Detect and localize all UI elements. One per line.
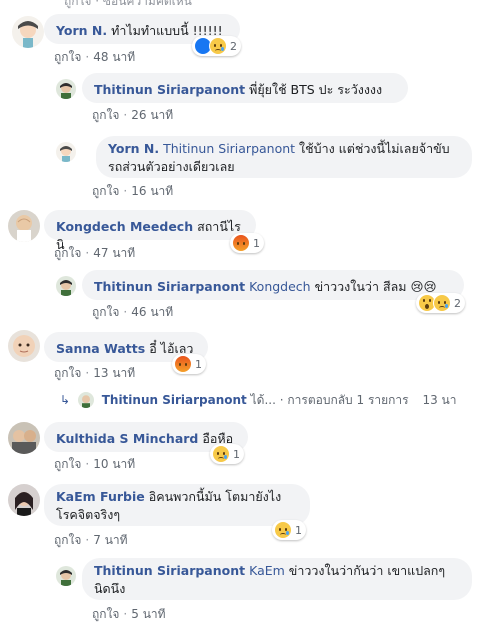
comment-text: ใช้บ้าง แต่ช่วงนี้ไม่เลยจ้าขับ xyxy=(299,141,450,156)
like-link[interactable]: ถูกใจ xyxy=(54,50,81,64)
commenter-name[interactable]: Yorn N. xyxy=(108,141,159,156)
like-link[interactable]: ถูกใจ xyxy=(54,366,81,380)
comment-meta: ถูกใจ · 47 นาที xyxy=(54,246,136,260)
comment-bubble: Thitinun Siriarpanont Kongdech ข่าววงในว… xyxy=(82,270,464,300)
reaction-badge[interactable]: 1 xyxy=(210,444,244,464)
reaction-badge[interactable]: 1 xyxy=(230,233,264,253)
like-link[interactable]: ถูกใจ xyxy=(92,305,119,319)
top-cut-text: ถูกใจ · ซ่อนความคิดเห็น xyxy=(64,0,192,8)
comment-meta: ถูกใจ · 10 นาที xyxy=(54,457,136,471)
reaction-badge[interactable]: 1 xyxy=(272,520,306,540)
comment-bubble: Thitinun Siriarpanont KaEm ข่าววงในว่ากั… xyxy=(82,558,472,600)
commenter-name[interactable]: KaEm Furbie xyxy=(56,489,145,504)
angry-reaction-icon xyxy=(232,234,250,252)
comment-text-line2: โรคจิตจริงๆ xyxy=(56,507,121,522)
angry-reaction-icon xyxy=(174,355,192,373)
commenter-name[interactable]: Thitinun Siriarpanont xyxy=(94,563,245,578)
commenter-name[interactable]: Sanna Watts xyxy=(56,341,145,356)
like-link[interactable]: ถูกใจ xyxy=(92,108,119,122)
reaction-count: 2 xyxy=(454,296,461,310)
like-link[interactable]: ถูกใจ xyxy=(92,607,119,621)
comment-text: ข่าววงในว่า สีลม 😢😢 xyxy=(314,279,437,294)
reaction-count: 1 xyxy=(233,447,240,461)
timestamp[interactable]: 46 นาที xyxy=(131,305,173,319)
timestamp[interactable]: 26 นาที xyxy=(131,108,173,122)
avatar[interactable] xyxy=(56,566,76,586)
commenter-name[interactable]: Kulthida S Minchard xyxy=(56,431,198,446)
avatar[interactable] xyxy=(8,484,40,516)
comment-text: อิคนพวกนี้มัน โตมายังไง xyxy=(148,489,282,504)
comment-text-line2: รถส่วนตัวอย่างเดียวเลย xyxy=(108,159,235,174)
reaction-badge[interactable]: 2 xyxy=(192,36,241,56)
reaction-count: 1 xyxy=(195,357,202,371)
sad-reaction-icon xyxy=(212,445,230,463)
comment-meta: ถูกใจ · 5 นาที xyxy=(92,607,166,621)
commenter-name[interactable]: Yorn N. xyxy=(56,23,107,38)
like-link[interactable]: ถูกใจ xyxy=(54,246,81,260)
reaction-count: 1 xyxy=(253,236,260,250)
comment-bubble: Yorn N. Thitinun Siriarpanont ใช้บ้าง แต… xyxy=(96,136,472,178)
reply-author[interactable]: Thitinun Siriarpanont xyxy=(102,393,247,407)
avatar[interactable] xyxy=(8,422,40,454)
reaction-badge[interactable]: 2 xyxy=(416,293,465,313)
timestamp[interactable]: 47 นาที xyxy=(93,246,135,260)
sad-reaction-icon xyxy=(209,37,227,55)
like-link[interactable]: ถูกใจ xyxy=(54,457,81,471)
sad-reaction-icon xyxy=(274,521,292,539)
reaction-badge[interactable]: 1 xyxy=(172,354,206,374)
comment-bubble: Kongdech Meedech สถานีไรนิ xyxy=(44,210,256,252)
mention-link[interactable]: KaEm xyxy=(249,563,285,578)
commenter-name[interactable]: Thitinun Siriarpanont xyxy=(94,279,245,294)
mention-link[interactable]: Thitinun Siriarpanont xyxy=(163,141,295,156)
reaction-count: 1 xyxy=(295,523,302,537)
avatar[interactable] xyxy=(8,330,40,362)
avatar[interactable] xyxy=(8,210,40,242)
avatar[interactable] xyxy=(12,16,44,48)
comment-text: ข่าววงในว่ากันว่า เขาแปลกๆ xyxy=(288,563,446,578)
avatar xyxy=(77,391,94,408)
comment-meta: ถูกใจ · 26 นาที xyxy=(92,108,174,122)
reaction-count: 2 xyxy=(230,39,237,53)
reply-author-suffix: ได้... xyxy=(250,393,276,407)
mention-link[interactable]: Kongdech xyxy=(249,279,311,294)
timestamp[interactable]: 16 นาที xyxy=(131,184,173,198)
timestamp[interactable]: 48 นาที xyxy=(93,50,135,64)
comment-bubble: Thitinun Siriarpanont พี่ยุ้ยใช้ BTS ปะ … xyxy=(82,73,408,103)
view-replies-link[interactable]: ↳ Thitinun Siriarpanont ได้... · การตอบก… xyxy=(60,391,456,410)
timestamp[interactable]: 7 นาที xyxy=(93,533,127,547)
like-link[interactable]: ถูกใจ xyxy=(54,533,81,547)
timestamp[interactable]: 10 นาที xyxy=(93,457,135,471)
comment-meta: ถูกใจ · 46 นาที xyxy=(92,305,174,319)
avatar[interactable] xyxy=(56,142,76,162)
comment-meta: ถูกใจ · 48 นาที xyxy=(54,50,136,64)
reply-arrow-icon: ↳ xyxy=(60,393,71,407)
avatar[interactable] xyxy=(56,79,76,99)
timestamp[interactable]: 13 นาที xyxy=(93,366,135,380)
comment-meta: ถูกใจ · 13 นาที xyxy=(54,366,136,380)
timestamp[interactable]: 5 นาที xyxy=(131,607,165,621)
comment-meta: ถูกใจ · 16 นาที xyxy=(92,184,174,198)
sad-reaction-icon xyxy=(433,294,451,312)
comment-bubble: KaEm Furbie อิคนพวกนี้มัน โตมายังไง โรคจ… xyxy=(44,484,310,526)
reply-count[interactable]: การตอบกลับ 1 รายการ xyxy=(287,393,408,407)
comment-meta: ถูกใจ · 7 นาที xyxy=(54,533,128,547)
like-link[interactable]: ถูกใจ xyxy=(92,184,119,198)
reply-time: 13 นา xyxy=(422,393,457,407)
avatar[interactable] xyxy=(56,276,76,296)
comment-text-line2: นิดนึง xyxy=(94,581,126,596)
comment-text: พี่ยุ้ยใช้ BTS ปะ ระวังงงง xyxy=(249,82,383,97)
commenter-name[interactable]: Kongdech Meedech xyxy=(56,219,193,234)
commenter-name[interactable]: Thitinun Siriarpanont xyxy=(94,82,245,97)
